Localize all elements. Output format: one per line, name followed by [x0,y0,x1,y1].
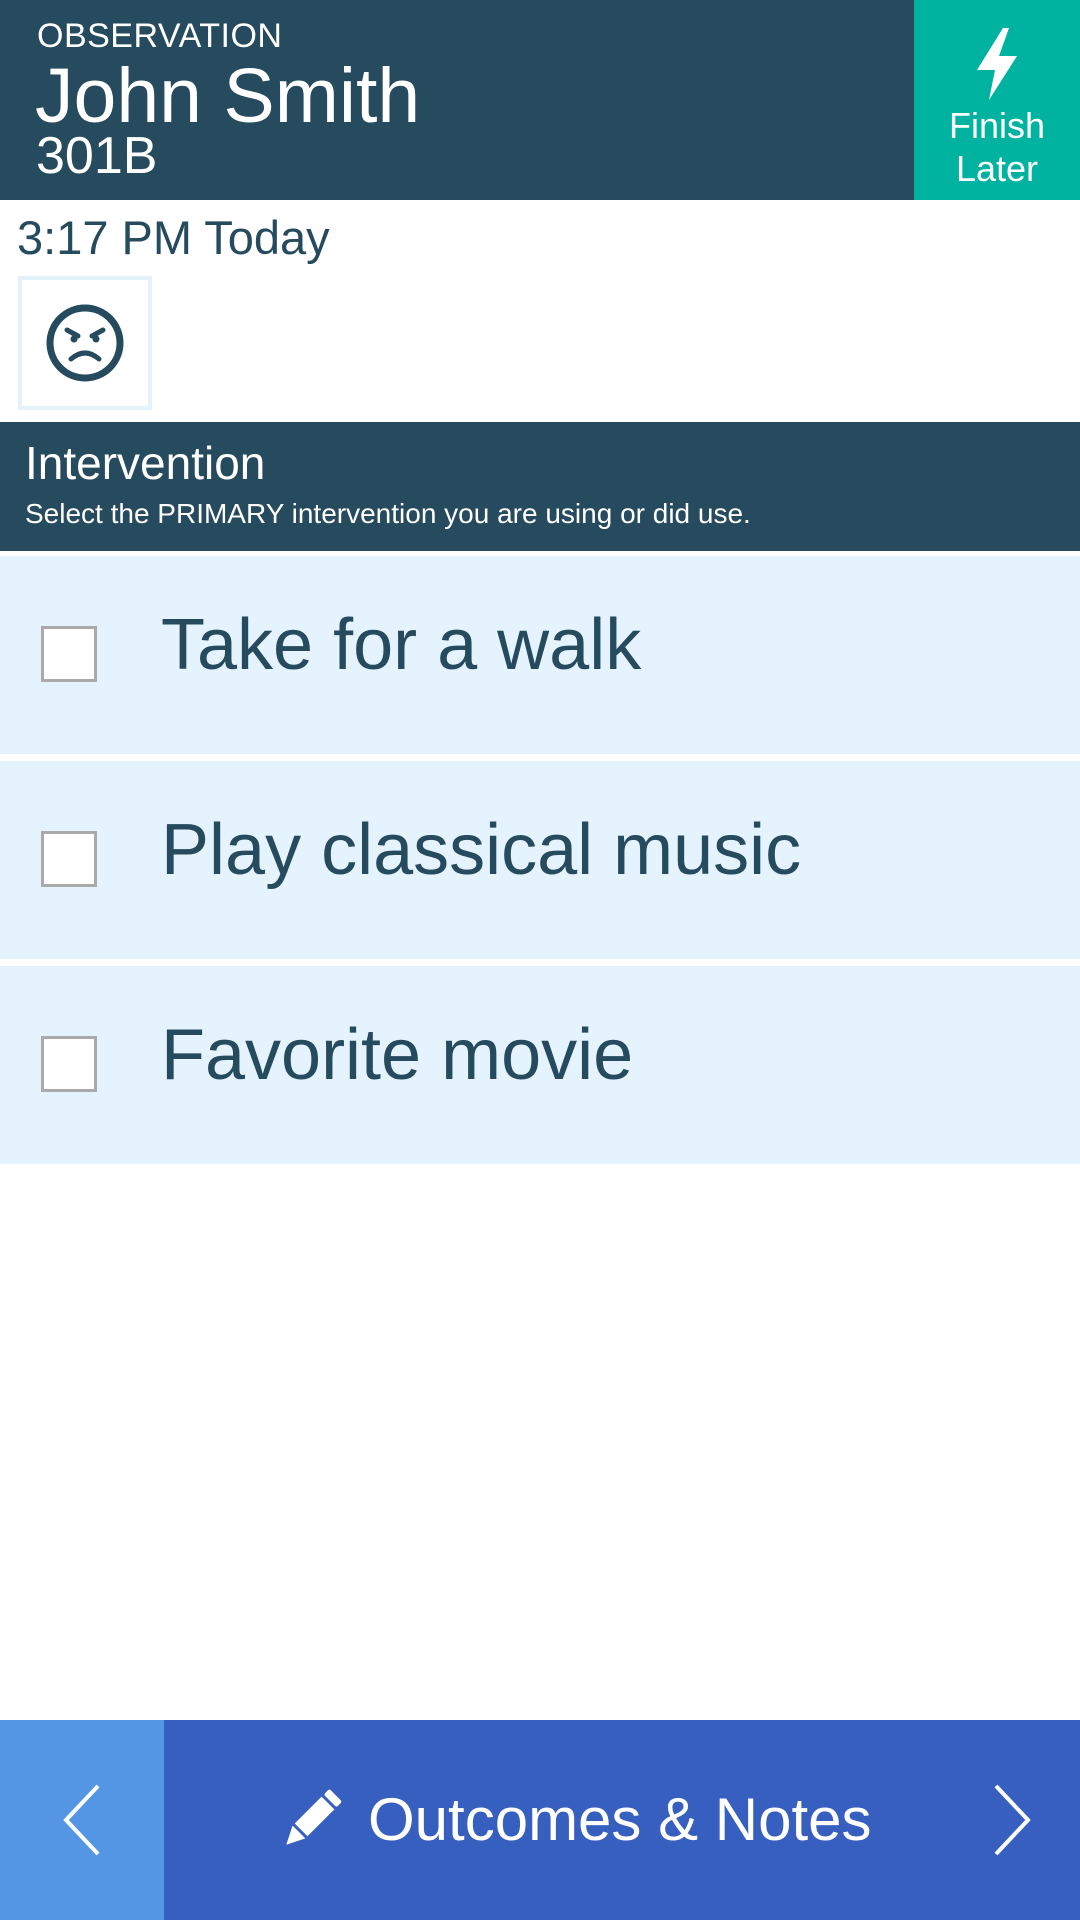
option-label: Favorite movie [161,1015,634,1095]
section-instructions: Select the PRIMARY intervention you are … [25,498,751,529]
back-button[interactable] [0,1720,164,1920]
option-label: Play classical music [161,810,802,890]
option-favorite-movie[interactable]: Favorite movie [0,966,1080,1164]
bottom-navigation: Outcomes & Notes [0,1720,1080,1920]
outcomes-notes-button[interactable]: Outcomes & Notes [268,1720,908,1920]
option-label: Take for a walk [161,605,642,685]
section-title: Intervention [25,437,266,489]
patient-room: 301B [36,127,158,185]
chevron-right-icon [994,1784,1031,1856]
option-checkbox[interactable] [41,831,97,887]
mood-selector[interactable] [18,276,152,410]
option-checkbox[interactable] [41,1036,97,1092]
option-play-classical-music[interactable]: Play classical music [0,761,1080,959]
patient-header: OBSERVATION John Smith 301B Finish Later [0,0,1080,200]
pencil-icon [286,1789,342,1845]
outcomes-notes-label: Outcomes & Notes [368,1786,872,1853]
angry-face-icon [46,304,124,382]
observation-timestamp: 3:17 PM Today [17,211,330,264]
option-take-for-a-walk[interactable]: Take for a walk [0,556,1080,754]
finish-later-button[interactable]: Finish Later [914,0,1080,200]
lightning-bolt-icon [977,28,1017,100]
finish-later-label: Finish Later [948,105,1046,189]
chevron-left-icon [63,1784,100,1856]
intervention-section-header: Intervention Select the PRIMARY interven… [0,422,1080,551]
next-button[interactable] [970,1720,1080,1920]
option-checkbox[interactable] [41,626,97,682]
